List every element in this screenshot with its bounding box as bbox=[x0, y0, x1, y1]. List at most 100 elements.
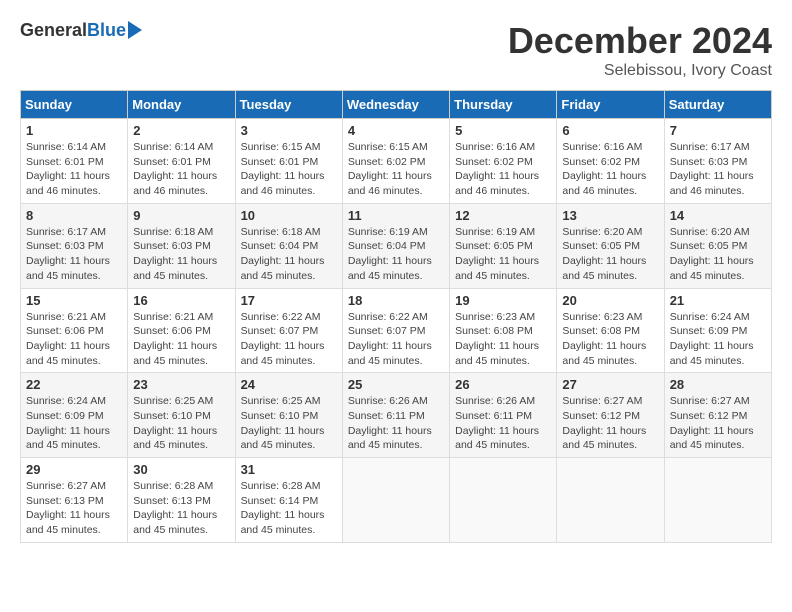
page-header: General Blue December 2024 Selebissou, I… bbox=[20, 20, 772, 80]
calendar-cell: 3 Sunrise: 6:15 AMSunset: 6:01 PMDayligh… bbox=[235, 119, 342, 204]
day-number: 9 bbox=[133, 208, 229, 223]
day-info: Sunrise: 6:26 AMSunset: 6:11 PMDaylight:… bbox=[455, 395, 539, 451]
calendar-cell: 23 Sunrise: 6:25 AMSunset: 6:10 PMDaylig… bbox=[128, 373, 235, 458]
day-number: 1 bbox=[26, 123, 122, 138]
day-number: 16 bbox=[133, 293, 229, 308]
day-number: 27 bbox=[562, 377, 658, 392]
calendar-cell bbox=[557, 458, 664, 543]
calendar-cell: 4 Sunrise: 6:15 AMSunset: 6:02 PMDayligh… bbox=[342, 119, 449, 204]
weekday-header-sunday: Sunday bbox=[21, 91, 128, 119]
day-info: Sunrise: 6:19 AMSunset: 6:04 PMDaylight:… bbox=[348, 226, 432, 282]
day-info: Sunrise: 6:20 AMSunset: 6:05 PMDaylight:… bbox=[562, 226, 646, 282]
weekday-header-tuesday: Tuesday bbox=[235, 91, 342, 119]
calendar-cell: 25 Sunrise: 6:26 AMSunset: 6:11 PMDaylig… bbox=[342, 373, 449, 458]
calendar-cell: 14 Sunrise: 6:20 AMSunset: 6:05 PMDaylig… bbox=[664, 203, 771, 288]
weekday-header-wednesday: Wednesday bbox=[342, 91, 449, 119]
calendar-cell: 11 Sunrise: 6:19 AMSunset: 6:04 PMDaylig… bbox=[342, 203, 449, 288]
day-info: Sunrise: 6:22 AMSunset: 6:07 PMDaylight:… bbox=[348, 311, 432, 367]
day-info: Sunrise: 6:18 AMSunset: 6:04 PMDaylight:… bbox=[241, 226, 325, 282]
day-info: Sunrise: 6:14 AMSunset: 6:01 PMDaylight:… bbox=[26, 141, 110, 197]
day-number: 17 bbox=[241, 293, 337, 308]
day-info: Sunrise: 6:25 AMSunset: 6:10 PMDaylight:… bbox=[241, 395, 325, 451]
day-info: Sunrise: 6:18 AMSunset: 6:03 PMDaylight:… bbox=[133, 226, 217, 282]
calendar-cell: 22 Sunrise: 6:24 AMSunset: 6:09 PMDaylig… bbox=[21, 373, 128, 458]
calendar-cell: 2 Sunrise: 6:14 AMSunset: 6:01 PMDayligh… bbox=[128, 119, 235, 204]
calendar-cell: 10 Sunrise: 6:18 AMSunset: 6:04 PMDaylig… bbox=[235, 203, 342, 288]
location: Selebissou, Ivory Coast bbox=[508, 62, 772, 80]
day-number: 20 bbox=[562, 293, 658, 308]
calendar-cell: 26 Sunrise: 6:26 AMSunset: 6:11 PMDaylig… bbox=[450, 373, 557, 458]
weekday-header-monday: Monday bbox=[128, 91, 235, 119]
day-number: 22 bbox=[26, 377, 122, 392]
calendar-cell: 29 Sunrise: 6:27 AMSunset: 6:13 PMDaylig… bbox=[21, 458, 128, 543]
day-number: 23 bbox=[133, 377, 229, 392]
day-info: Sunrise: 6:21 AMSunset: 6:06 PMDaylight:… bbox=[133, 311, 217, 367]
calendar-cell: 9 Sunrise: 6:18 AMSunset: 6:03 PMDayligh… bbox=[128, 203, 235, 288]
calendar-cell: 24 Sunrise: 6:25 AMSunset: 6:10 PMDaylig… bbox=[235, 373, 342, 458]
day-number: 10 bbox=[241, 208, 337, 223]
calendar-cell: 15 Sunrise: 6:21 AMSunset: 6:06 PMDaylig… bbox=[21, 288, 128, 373]
day-info: Sunrise: 6:14 AMSunset: 6:01 PMDaylight:… bbox=[133, 141, 217, 197]
day-info: Sunrise: 6:16 AMSunset: 6:02 PMDaylight:… bbox=[455, 141, 539, 197]
day-info: Sunrise: 6:28 AMSunset: 6:14 PMDaylight:… bbox=[241, 480, 325, 536]
logo-arrow-icon bbox=[128, 21, 142, 39]
day-number: 5 bbox=[455, 123, 551, 138]
day-number: 11 bbox=[348, 208, 444, 223]
calendar-cell: 6 Sunrise: 6:16 AMSunset: 6:02 PMDayligh… bbox=[557, 119, 664, 204]
day-number: 30 bbox=[133, 462, 229, 477]
day-info: Sunrise: 6:26 AMSunset: 6:11 PMDaylight:… bbox=[348, 395, 432, 451]
day-info: Sunrise: 6:15 AMSunset: 6:01 PMDaylight:… bbox=[241, 141, 325, 197]
calendar-cell bbox=[450, 458, 557, 543]
day-number: 7 bbox=[670, 123, 766, 138]
day-number: 12 bbox=[455, 208, 551, 223]
day-number: 31 bbox=[241, 462, 337, 477]
calendar-cell: 31 Sunrise: 6:28 AMSunset: 6:14 PMDaylig… bbox=[235, 458, 342, 543]
day-info: Sunrise: 6:27 AMSunset: 6:12 PMDaylight:… bbox=[562, 395, 646, 451]
day-info: Sunrise: 6:28 AMSunset: 6:13 PMDaylight:… bbox=[133, 480, 217, 536]
calendar-cell: 17 Sunrise: 6:22 AMSunset: 6:07 PMDaylig… bbox=[235, 288, 342, 373]
calendar-cell: 12 Sunrise: 6:19 AMSunset: 6:05 PMDaylig… bbox=[450, 203, 557, 288]
day-number: 24 bbox=[241, 377, 337, 392]
day-info: Sunrise: 6:17 AMSunset: 6:03 PMDaylight:… bbox=[670, 141, 754, 197]
calendar-cell: 8 Sunrise: 6:17 AMSunset: 6:03 PMDayligh… bbox=[21, 203, 128, 288]
weekday-header-thursday: Thursday bbox=[450, 91, 557, 119]
day-number: 29 bbox=[26, 462, 122, 477]
logo-blue: Blue bbox=[87, 20, 126, 41]
calendar-cell bbox=[342, 458, 449, 543]
logo-general: General bbox=[20, 20, 87, 41]
weekday-header-friday: Friday bbox=[557, 91, 664, 119]
calendar-cell: 30 Sunrise: 6:28 AMSunset: 6:13 PMDaylig… bbox=[128, 458, 235, 543]
day-number: 3 bbox=[241, 123, 337, 138]
day-info: Sunrise: 6:25 AMSunset: 6:10 PMDaylight:… bbox=[133, 395, 217, 451]
day-info: Sunrise: 6:27 AMSunset: 6:12 PMDaylight:… bbox=[670, 395, 754, 451]
calendar-cell: 1 Sunrise: 6:14 AMSunset: 6:01 PMDayligh… bbox=[21, 119, 128, 204]
day-number: 28 bbox=[670, 377, 766, 392]
day-number: 14 bbox=[670, 208, 766, 223]
day-info: Sunrise: 6:23 AMSunset: 6:08 PMDaylight:… bbox=[562, 311, 646, 367]
calendar-cell: 13 Sunrise: 6:20 AMSunset: 6:05 PMDaylig… bbox=[557, 203, 664, 288]
logo: General Blue bbox=[20, 20, 142, 41]
day-info: Sunrise: 6:24 AMSunset: 6:09 PMDaylight:… bbox=[26, 395, 110, 451]
calendar-cell: 20 Sunrise: 6:23 AMSunset: 6:08 PMDaylig… bbox=[557, 288, 664, 373]
calendar-cell: 19 Sunrise: 6:23 AMSunset: 6:08 PMDaylig… bbox=[450, 288, 557, 373]
calendar-cell bbox=[664, 458, 771, 543]
day-number: 6 bbox=[562, 123, 658, 138]
day-number: 26 bbox=[455, 377, 551, 392]
day-number: 13 bbox=[562, 208, 658, 223]
day-info: Sunrise: 6:22 AMSunset: 6:07 PMDaylight:… bbox=[241, 311, 325, 367]
day-info: Sunrise: 6:24 AMSunset: 6:09 PMDaylight:… bbox=[670, 311, 754, 367]
calendar-cell: 27 Sunrise: 6:27 AMSunset: 6:12 PMDaylig… bbox=[557, 373, 664, 458]
weekday-header-saturday: Saturday bbox=[664, 91, 771, 119]
day-number: 4 bbox=[348, 123, 444, 138]
calendar-cell: 18 Sunrise: 6:22 AMSunset: 6:07 PMDaylig… bbox=[342, 288, 449, 373]
day-number: 25 bbox=[348, 377, 444, 392]
day-number: 2 bbox=[133, 123, 229, 138]
day-info: Sunrise: 6:19 AMSunset: 6:05 PMDaylight:… bbox=[455, 226, 539, 282]
day-info: Sunrise: 6:20 AMSunset: 6:05 PMDaylight:… bbox=[670, 226, 754, 282]
day-info: Sunrise: 6:27 AMSunset: 6:13 PMDaylight:… bbox=[26, 480, 110, 536]
day-number: 15 bbox=[26, 293, 122, 308]
calendar-cell: 16 Sunrise: 6:21 AMSunset: 6:06 PMDaylig… bbox=[128, 288, 235, 373]
day-info: Sunrise: 6:23 AMSunset: 6:08 PMDaylight:… bbox=[455, 311, 539, 367]
calendar-cell: 5 Sunrise: 6:16 AMSunset: 6:02 PMDayligh… bbox=[450, 119, 557, 204]
day-number: 21 bbox=[670, 293, 766, 308]
